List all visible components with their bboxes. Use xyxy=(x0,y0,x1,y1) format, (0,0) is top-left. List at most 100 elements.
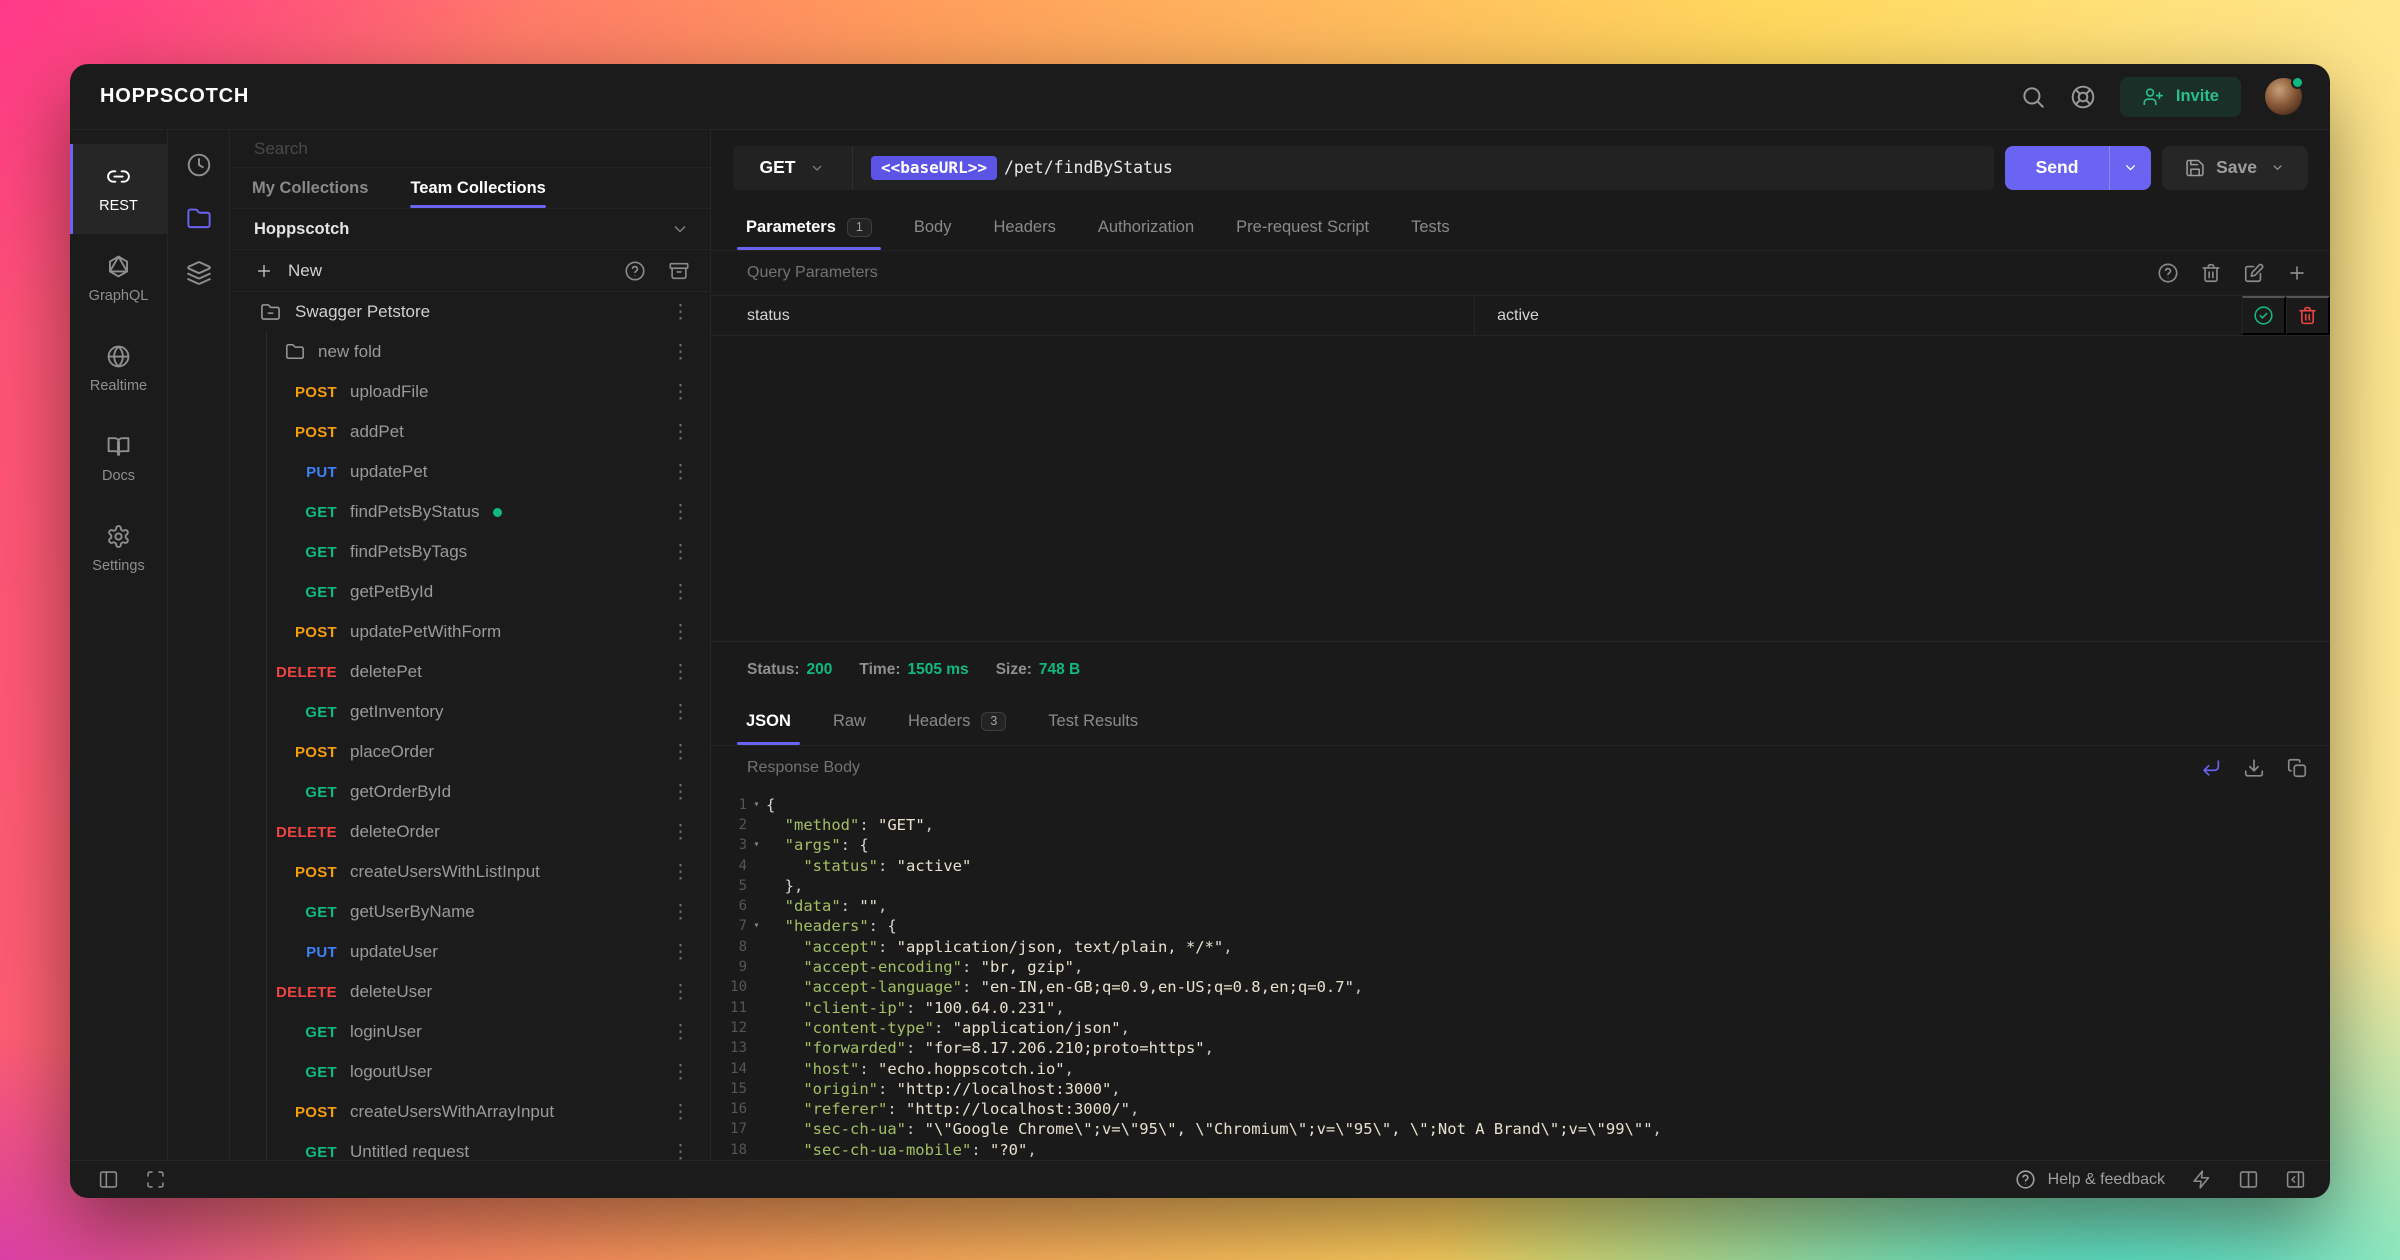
response-tab-raw[interactable]: Raw xyxy=(812,698,887,745)
more-options-icon[interactable]: ⋮ xyxy=(669,503,692,522)
expand-icon[interactable] xyxy=(145,1169,166,1190)
import-export-icon[interactable] xyxy=(668,260,690,282)
more-options-icon[interactable]: ⋮ xyxy=(669,1023,692,1042)
save-button[interactable]: Save xyxy=(2162,146,2308,190)
collapse-right-panel-icon[interactable] xyxy=(2285,1169,2306,1190)
parameter-key-input[interactable]: status xyxy=(711,296,1475,335)
more-options-icon[interactable]: ⋮ xyxy=(669,983,692,1002)
fold-arrow-icon[interactable]: ▾ xyxy=(747,795,766,815)
request-row[interactable]: GETgetOrderById⋮ xyxy=(230,772,710,812)
more-options-icon[interactable]: ⋮ xyxy=(669,823,692,842)
collections-tab-team-collections[interactable]: Team Collections xyxy=(410,168,545,208)
request-row[interactable]: GETgetUserByName⋮ xyxy=(230,892,710,932)
sidebar-item-realtime[interactable]: Realtime xyxy=(70,324,167,414)
sidebar-item-rest[interactable]: REST xyxy=(70,144,167,234)
more-options-icon[interactable]: ⋮ xyxy=(669,383,692,402)
folder-row[interactable]: new fold⋮ xyxy=(230,332,710,372)
parameter-value-input[interactable]: active xyxy=(1475,296,2242,335)
tab-authorization[interactable]: Authorization xyxy=(1077,205,1215,250)
collection-root-row[interactable]: Swagger Petstore⋮ xyxy=(230,292,710,332)
tab-parameters[interactable]: Parameters1 xyxy=(725,205,893,250)
more-options-icon[interactable]: ⋮ xyxy=(669,623,692,642)
more-options-icon[interactable]: ⋮ xyxy=(669,583,692,602)
request-row[interactable]: DELETEdeleteUser⋮ xyxy=(230,972,710,1012)
more-options-icon[interactable]: ⋮ xyxy=(669,1143,692,1161)
tab-pre-request-script[interactable]: Pre-request Script xyxy=(1215,205,1390,250)
response-tab-test-results[interactable]: Test Results xyxy=(1027,698,1159,745)
invite-button[interactable]: Invite xyxy=(2120,77,2241,117)
more-options-icon[interactable]: ⋮ xyxy=(669,903,692,922)
response-tab-json[interactable]: JSON xyxy=(725,698,812,745)
response-body-code[interactable]: 1▾{2 "method": "GET",3▾ "args": {4 "stat… xyxy=(711,790,2330,1160)
wrap-lines-icon[interactable] xyxy=(2200,757,2222,779)
more-options-icon[interactable]: ⋮ xyxy=(669,303,692,322)
workspace-selector[interactable]: Hoppscotch xyxy=(230,209,710,250)
avatar[interactable] xyxy=(2265,78,2302,115)
request-row[interactable]: POSTplaceOrder⋮ xyxy=(230,732,710,772)
column-layout-icon[interactable] xyxy=(2238,1169,2259,1190)
request-row[interactable]: DELETEdeletePet⋮ xyxy=(230,652,710,692)
request-row[interactable]: PUTupdateUser⋮ xyxy=(230,932,710,972)
copy-icon[interactable] xyxy=(2286,757,2308,779)
request-row[interactable]: POSTcreateUsersWithArrayInput⋮ xyxy=(230,1092,710,1132)
more-options-icon[interactable]: ⋮ xyxy=(669,423,692,442)
url-input[interactable]: <<baseURL>> /pet/findByStatus xyxy=(853,146,1994,190)
interceptor-icon[interactable] xyxy=(2191,1169,2212,1190)
help-feedback-button[interactable]: Help & feedback xyxy=(2015,1169,2165,1190)
collections-tab-my-collections[interactable]: My Collections xyxy=(252,168,368,208)
request-row[interactable]: POSTuploadFile⋮ xyxy=(230,372,710,412)
new-collection-button[interactable]: New xyxy=(254,261,322,281)
toggle-parameter-button[interactable] xyxy=(2242,296,2286,335)
delete-parameter-button[interactable] xyxy=(2286,296,2330,335)
add-parameter-icon[interactable] xyxy=(2286,262,2308,284)
request-row[interactable]: GETgetInventory⋮ xyxy=(230,692,710,732)
tab-headers[interactable]: Headers xyxy=(972,205,1076,250)
send-options-chevron[interactable] xyxy=(2109,146,2151,190)
support-icon[interactable] xyxy=(2070,84,2096,110)
search-icon[interactable] xyxy=(2020,84,2046,110)
more-options-icon[interactable]: ⋮ xyxy=(669,1063,692,1082)
response-tab-headers[interactable]: Headers3 xyxy=(887,698,1027,745)
request-row[interactable]: GETfindPetsByTags⋮ xyxy=(230,532,710,572)
fold-arrow-icon[interactable]: ▾ xyxy=(747,916,766,936)
more-options-icon[interactable]: ⋮ xyxy=(669,943,692,962)
sidebar-item-settings[interactable]: Settings xyxy=(70,504,167,594)
request-row[interactable]: GETfindPetsByStatus⋮ xyxy=(230,492,710,532)
more-options-icon[interactable]: ⋮ xyxy=(669,343,692,362)
sidebar-item-docs[interactable]: Docs xyxy=(70,414,167,504)
rail-item-collections[interactable] xyxy=(186,206,212,232)
more-options-icon[interactable]: ⋮ xyxy=(669,1103,692,1122)
more-options-icon[interactable]: ⋮ xyxy=(669,863,692,882)
more-options-icon[interactable]: ⋮ xyxy=(669,743,692,762)
toggle-sidebar-icon[interactable] xyxy=(98,1169,119,1190)
more-options-icon[interactable]: ⋮ xyxy=(669,543,692,562)
save-options-chevron[interactable] xyxy=(2270,160,2285,175)
search-input[interactable] xyxy=(230,139,710,159)
request-row[interactable]: GETlogoutUser⋮ xyxy=(230,1052,710,1092)
help-icon[interactable] xyxy=(624,260,646,282)
request-row[interactable]: POSTcreateUsersWithListInput⋮ xyxy=(230,852,710,892)
more-options-icon[interactable]: ⋮ xyxy=(669,663,692,682)
sidebar-item-graphql[interactable]: GraphQL xyxy=(70,234,167,324)
method-select[interactable]: GET xyxy=(733,146,853,190)
fold-arrow-icon[interactable]: ▾ xyxy=(747,835,766,855)
send-button[interactable]: Send xyxy=(2005,146,2151,190)
request-row[interactable]: POSTaddPet⋮ xyxy=(230,412,710,452)
collection-tree[interactable]: Swagger Petstore⋮new fold⋮POSTuploadFile… xyxy=(230,292,710,1160)
request-row[interactable]: GETloginUser⋮ xyxy=(230,1012,710,1052)
tab-tests[interactable]: Tests xyxy=(1390,205,1471,250)
more-options-icon[interactable]: ⋮ xyxy=(669,703,692,722)
request-row[interactable]: PUTupdatePet⋮ xyxy=(230,452,710,492)
rail-item-history[interactable] xyxy=(186,152,212,178)
app-logo[interactable]: HOPPSCOTCH xyxy=(100,85,249,108)
rail-item-environments[interactable] xyxy=(186,260,212,286)
bulk-edit-icon[interactable] xyxy=(2243,262,2265,284)
request-row[interactable]: GETUntitled request⋮ xyxy=(230,1132,710,1160)
download-icon[interactable] xyxy=(2243,757,2265,779)
more-options-icon[interactable]: ⋮ xyxy=(669,463,692,482)
help-icon[interactable] xyxy=(2157,262,2179,284)
request-row[interactable]: POSTupdatePetWithForm⋮ xyxy=(230,612,710,652)
request-row[interactable]: DELETEdeleteOrder⋮ xyxy=(230,812,710,852)
tab-body[interactable]: Body xyxy=(893,205,973,250)
clear-all-icon[interactable] xyxy=(2200,262,2222,284)
